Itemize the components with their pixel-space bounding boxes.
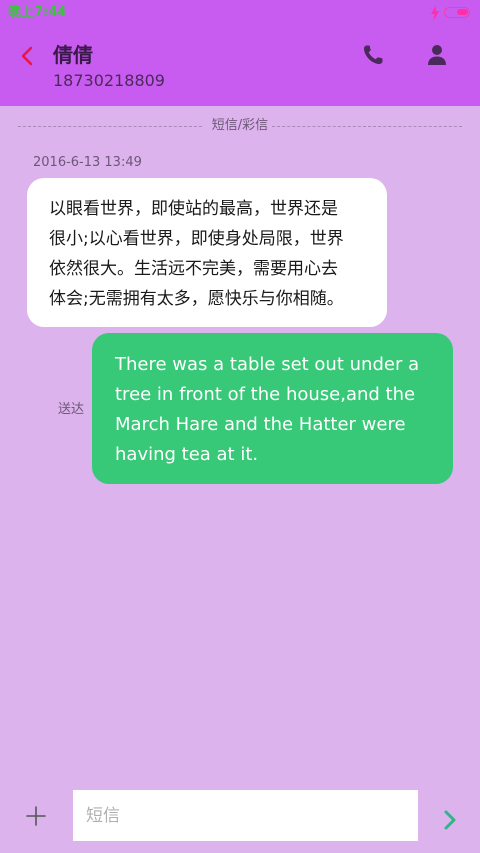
outgoing-message-bubble[interactable]: There was a table set out under a tree i…	[92, 333, 453, 484]
message-timestamp: 2016-6-13 13:49	[33, 155, 142, 170]
message-line: 以眼看世界，即使站的最高，世界还是	[49, 199, 338, 219]
channel-divider: 短信/彩信	[18, 116, 462, 136]
message-line: 依然很大。生活远不完美，需要用心去	[49, 259, 338, 279]
battery-icon	[444, 7, 470, 18]
message-line: 体会;无需拥有太多，愿快乐与你相随。	[49, 289, 344, 309]
message-line: tree in front of the house,and the	[115, 384, 416, 405]
person-icon[interactable]	[424, 42, 450, 68]
message-line: 很小;以心看世界，即使身处局限，世界	[49, 229, 344, 249]
contact-number: 18730218809	[53, 71, 165, 90]
chevron-left-icon[interactable]	[14, 42, 42, 70]
incoming-message-bubble[interactable]: 以眼看世界，即使站的最高，世界还是 很小;以心看世界，即使身处局限，世界 依然很…	[27, 178, 387, 327]
phone-icon[interactable]	[360, 42, 386, 68]
delivery-status: 送达	[58, 402, 85, 417]
contact-name: 倩倩	[53, 43, 93, 67]
divider-line-right	[272, 126, 462, 127]
status-time: 晚上7:44	[8, 5, 67, 20]
message-input[interactable]	[73, 790, 418, 841]
lightning-bolt-icon	[431, 5, 439, 21]
battery-level-fill	[457, 9, 468, 15]
conversation-header: 倩倩 18730218809	[0, 26, 480, 106]
plus-icon[interactable]	[24, 804, 48, 828]
chevron-right-icon[interactable]	[438, 806, 462, 834]
message-line: There was a table set out under a	[115, 354, 420, 375]
status-bar: 晚上7:44	[0, 0, 480, 26]
message-line: having tea at it.	[115, 444, 259, 465]
message-line: March Hare and the Hatter were	[115, 414, 406, 435]
